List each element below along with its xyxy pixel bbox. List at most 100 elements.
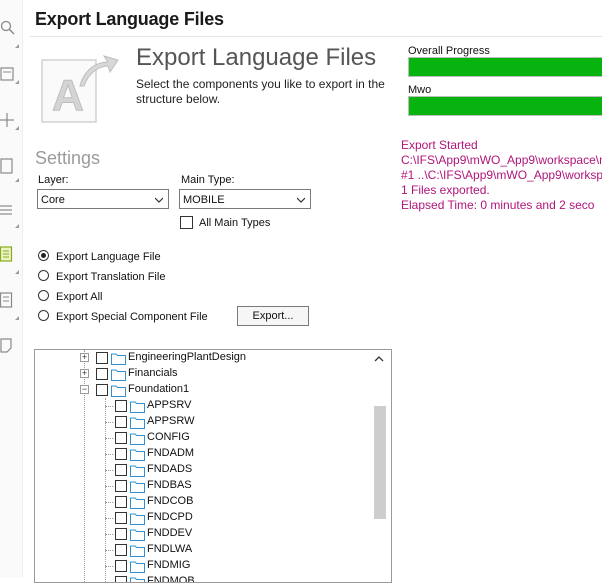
document-icon[interactable] bbox=[0, 66, 16, 82]
scrollbar-thumb[interactable] bbox=[374, 406, 386, 519]
list-icon[interactable] bbox=[0, 246, 16, 262]
tree-item-appsrw[interactable]: APPSRW bbox=[35, 414, 375, 430]
tree-checkbox[interactable] bbox=[115, 560, 127, 572]
window-title: Export Language Files bbox=[35, 9, 224, 29]
tree-item-label: FNDMOB bbox=[147, 575, 195, 583]
expand-icon[interactable]: + bbox=[80, 353, 89, 362]
tree-item-fndbas[interactable]: FNDBAS bbox=[35, 478, 375, 494]
tree-connector bbox=[105, 422, 113, 423]
tree-item-label: FNDCOB bbox=[147, 495, 194, 507]
log-line: #1 ..\C:\IFS\App9\mWO_App9\workspac bbox=[401, 168, 602, 182]
main-type-select[interactable]: MOBILE bbox=[179, 189, 311, 209]
tree-item-financials[interactable]: + Financials bbox=[35, 366, 375, 382]
tree-item-fndadm[interactable]: FNDADM bbox=[35, 446, 375, 462]
page-icon[interactable] bbox=[0, 158, 16, 174]
scroll-up-icon[interactable] bbox=[373, 354, 385, 364]
tree-checkbox[interactable] bbox=[115, 496, 127, 508]
tree-checkbox[interactable] bbox=[115, 464, 127, 476]
radio-label: Export Translation File bbox=[56, 271, 166, 283]
export-button[interactable]: Export... bbox=[237, 306, 309, 326]
folder-icon bbox=[130, 529, 145, 541]
folder-icon bbox=[130, 497, 145, 509]
component-tree[interactable]: + EngineeringPlantDesign + Financials − … bbox=[34, 349, 392, 583]
all-main-types-checkbox[interactable] bbox=[180, 216, 193, 229]
tree-connector bbox=[105, 518, 113, 519]
note-icon[interactable] bbox=[0, 338, 16, 354]
folder-icon bbox=[130, 577, 145, 582]
folder-icon bbox=[130, 545, 145, 557]
tree-connector bbox=[105, 438, 113, 439]
layer-select[interactable]: Core bbox=[37, 189, 169, 209]
tree-checkbox[interactable] bbox=[115, 576, 127, 582]
tree-checkbox[interactable] bbox=[115, 416, 127, 428]
export-log: Export Started C:\IFS\App9\mWO_App9\work… bbox=[401, 138, 602, 213]
tree-item-label: FNDDEV bbox=[147, 527, 193, 539]
folder-icon bbox=[111, 369, 126, 381]
tree-checkbox[interactable] bbox=[115, 480, 127, 492]
export-language-logo-icon: A bbox=[40, 52, 120, 124]
tree-checkbox[interactable] bbox=[115, 512, 127, 524]
tree-item-label: FNDADS bbox=[147, 463, 193, 475]
tree-item-appsrv[interactable]: APPSRV bbox=[35, 398, 375, 414]
folder-icon bbox=[130, 417, 145, 429]
page-title: Export Language Files bbox=[136, 44, 377, 71]
folder-icon bbox=[111, 353, 126, 365]
tree-checkbox[interactable] bbox=[115, 448, 127, 460]
folder-icon bbox=[111, 385, 126, 397]
tree-item-config[interactable]: CONFIG bbox=[35, 430, 375, 446]
tree-item-foundation1[interactable]: − Foundation1 bbox=[35, 382, 375, 398]
radio-export-language-file[interactable] bbox=[38, 250, 49, 261]
radio-export-translation-file[interactable] bbox=[38, 270, 49, 281]
expand-icon[interactable]: + bbox=[80, 369, 89, 378]
radio-label: Export Special Component File bbox=[56, 311, 208, 323]
tree-item-label: EngineeringPlantDesign bbox=[128, 351, 247, 363]
tree-connector bbox=[105, 454, 113, 455]
tree-checkbox[interactable] bbox=[96, 352, 108, 364]
overall-progress-fill bbox=[409, 58, 602, 76]
tree-item-fndmig[interactable]: FNDMIG bbox=[35, 558, 375, 574]
item-progress-fill bbox=[409, 97, 602, 115]
tree-item-fndads[interactable]: FNDADS bbox=[35, 462, 375, 478]
tree-checkbox[interactable] bbox=[96, 384, 108, 396]
tree-checkbox[interactable] bbox=[115, 544, 127, 556]
tree-item-engineeringplantdesign[interactable]: + EngineeringPlantDesign bbox=[35, 350, 375, 366]
tree-item-fndlwa[interactable]: FNDLWA bbox=[35, 542, 375, 558]
tree-item-label: Foundation1 bbox=[128, 383, 190, 395]
expand-corner-icon bbox=[15, 80, 19, 84]
tree-item-fndmob[interactable]: FNDMOB bbox=[35, 574, 375, 583]
tree-connector bbox=[105, 550, 113, 551]
tree-connector bbox=[105, 470, 113, 471]
tree-item-label: FNDMIG bbox=[147, 559, 191, 571]
chevron-down-icon bbox=[155, 197, 163, 203]
tree-checkbox[interactable] bbox=[96, 368, 108, 380]
radio-label: Export Language File bbox=[56, 251, 161, 263]
folder-icon bbox=[130, 449, 145, 461]
collapse-icon[interactable]: − bbox=[80, 385, 89, 394]
page-description: Select the components you like to export… bbox=[136, 77, 385, 106]
layer-select-value: Core bbox=[41, 194, 65, 206]
radio-export-all[interactable] bbox=[38, 290, 49, 301]
tree-item-label: FNDADM bbox=[147, 447, 195, 459]
left-sidebar bbox=[0, 0, 23, 578]
log-line: Export Started bbox=[401, 138, 478, 152]
tree-item-label: CONFIG bbox=[147, 431, 190, 443]
radio-label: Export All bbox=[56, 291, 103, 303]
log-line: 1 Files exported. bbox=[401, 183, 490, 197]
plus-icon[interactable] bbox=[0, 112, 16, 128]
tree-item-label: FNDBAS bbox=[147, 479, 192, 491]
tree-item-fndcob[interactable]: FNDCOB bbox=[35, 494, 375, 510]
tree-connector bbox=[105, 502, 113, 503]
tree-item-fnddev[interactable]: FNDDEV bbox=[35, 526, 375, 542]
tree-checkbox[interactable] bbox=[115, 432, 127, 444]
radio-export-special-component-file[interactable] bbox=[38, 310, 49, 321]
report-icon[interactable] bbox=[0, 292, 16, 308]
tree-item-fndcpd[interactable]: FNDCPD bbox=[35, 510, 375, 526]
tree-item-label: Financials bbox=[128, 367, 178, 379]
menu-icon[interactable] bbox=[0, 202, 16, 218]
item-progress-bar bbox=[408, 96, 602, 116]
tree-connector bbox=[105, 406, 113, 407]
tree-checkbox[interactable] bbox=[115, 400, 127, 412]
tree-checkbox[interactable] bbox=[115, 528, 127, 540]
search-icon[interactable] bbox=[0, 20, 16, 36]
tree-connector bbox=[105, 566, 113, 567]
